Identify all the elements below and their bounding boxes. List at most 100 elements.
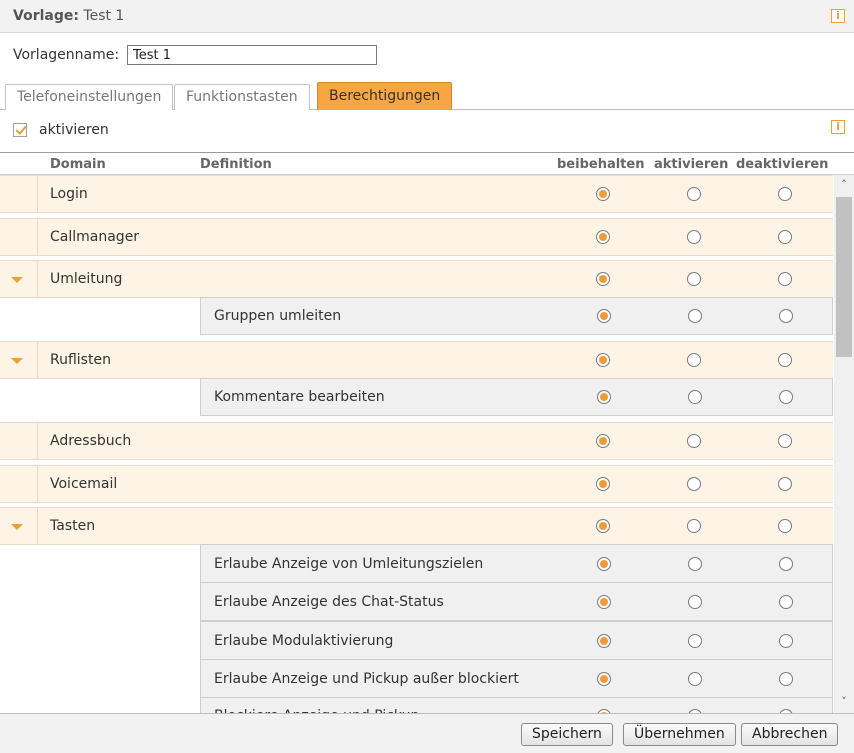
tab-bar: Telefoneinstellungen Funktionstasten Ber… [0,82,854,110]
radio-disable[interactable] [778,187,792,201]
radio-disable[interactable] [778,353,792,367]
template-name-label: Vorlagenname: [13,47,120,63]
permission-label: Voicemail [50,476,118,492]
expand-cell[interactable] [0,261,38,297]
radio-enable[interactable] [687,187,701,201]
permission-label: Umleitung [50,271,123,287]
radio-keep[interactable] [596,519,610,533]
radio-enable[interactable] [687,519,701,533]
table-header: Domain Definition beibehalten aktivieren… [0,152,854,175]
radio-disable[interactable] [779,309,793,323]
radio-disable[interactable] [779,672,793,686]
radio-enable[interactable] [688,634,702,648]
permission-definition-row: Erlaube Anzeige und Pickup außer blockie… [200,659,833,698]
permission-domain-row: Umleitung [0,260,833,298]
radio-enable[interactable] [687,434,701,448]
permission-definition-row: Erlaube Modulaktivierung [200,621,833,660]
tab-telefoneinstellungen[interactable]: Telefoneinstellungen [5,84,174,110]
radio-keep[interactable] [597,595,611,609]
radio-enable[interactable] [688,309,702,323]
triangle-down-icon[interactable] [11,277,23,283]
scroll-up-icon[interactable]: ˄ [838,179,850,191]
radio-keep[interactable] [597,634,611,648]
radio-keep[interactable] [597,672,611,686]
column-disable: deaktivieren [736,157,829,172]
scroll-down-icon[interactable]: ˅ [838,696,850,708]
triangle-down-icon[interactable] [11,358,23,364]
activate-checkbox[interactable] [13,123,27,137]
expand-cell [0,466,38,502]
radio-disable[interactable] [778,434,792,448]
radio-keep[interactable] [597,557,611,571]
permission-definition-row: Kommentare bearbeiten [200,378,833,416]
permission-label: Erlaube Anzeige des Chat-Status [214,594,444,610]
radio-disable[interactable] [778,272,792,286]
radio-disable[interactable] [778,519,792,533]
footer: Speichern Übernehmen Abbrechen [0,713,854,753]
radio-disable[interactable] [779,390,793,404]
radio-keep[interactable] [596,230,610,244]
radio-disable[interactable] [778,477,792,491]
permission-label: Erlaube Modulaktivierung [214,633,394,649]
radio-enable[interactable] [687,230,701,244]
radio-enable[interactable] [688,595,702,609]
permission-definition-row: Gruppen umleiten [200,297,833,335]
permissions-table: Login Callmanager Umleitung Gruppen umleite… [0,175,834,713]
info-icon[interactable]: i [831,9,845,23]
radio-keep[interactable] [596,434,610,448]
column-definition: Definition [200,157,272,172]
radio-keep[interactable] [596,272,610,286]
permission-domain-row: Login [0,175,833,213]
permission-label: Ruflisten [50,352,111,368]
cancel-button[interactable]: Abbrechen [741,723,839,746]
radio-keep[interactable] [596,477,610,491]
triangle-down-icon[interactable] [11,524,23,530]
radio-enable[interactable] [687,272,701,286]
radio-disable[interactable] [779,634,793,648]
expand-cell[interactable] [0,342,38,378]
page-title: Vorlage: Test 1 [13,8,124,24]
info-icon[interactable]: i [831,120,845,134]
permission-domain-row: Tasten [0,507,833,545]
scroll-thumb[interactable] [836,197,852,357]
permission-label: Tasten [50,518,96,534]
radio-keep[interactable] [597,309,611,323]
permission-label: Erlaube Anzeige und Pickup außer blockie… [214,671,519,687]
radio-keep[interactable] [596,187,610,201]
column-domain: Domain [50,157,106,172]
template-name-input[interactable] [127,45,377,65]
title-bar: Vorlage: Test 1 i [0,0,854,33]
scrollbar[interactable]: ˄ ˅ [834,175,854,713]
permission-label: Erlaube Anzeige von Umleitungszielen [214,556,484,572]
radio-disable[interactable] [779,595,793,609]
radio-enable[interactable] [687,477,701,491]
radio-disable[interactable] [779,557,793,571]
radio-disable[interactable] [778,230,792,244]
activate-label: aktivieren [39,122,109,138]
radio-enable[interactable] [688,390,702,404]
permission-label: Adressbuch [50,433,132,449]
permission-label: Kommentare bearbeiten [214,389,385,405]
expand-cell [0,423,38,459]
radio-enable[interactable] [688,557,702,571]
apply-button[interactable]: Übernehmen [623,723,736,746]
save-button[interactable]: Speichern [521,723,613,746]
radio-keep[interactable] [596,353,610,367]
column-keep: beibehalten [557,157,645,172]
permission-domain-row: Callmanager [0,218,833,256]
permission-definition-row: Erlaube Anzeige des Chat-Status [200,582,833,621]
tab-berechtigungen[interactable]: Berechtigungen [317,82,453,110]
radio-enable[interactable] [687,353,701,367]
expand-cell[interactable] [0,508,38,544]
radio-keep[interactable] [597,390,611,404]
radio-enable[interactable] [688,672,702,686]
permission-domain-row: Adressbuch [0,422,833,460]
column-enable: aktivieren [654,157,729,172]
tab-funktionstasten[interactable]: Funktionstasten [174,84,310,110]
expand-cell [0,176,38,212]
permission-label: Login [50,186,88,202]
permission-definition-row: Erlaube Anzeige von Umleitungszielen [200,544,833,583]
permission-domain-row: Voicemail [0,465,833,503]
permission-label: Gruppen umleiten [214,308,342,324]
expand-cell [0,219,38,255]
